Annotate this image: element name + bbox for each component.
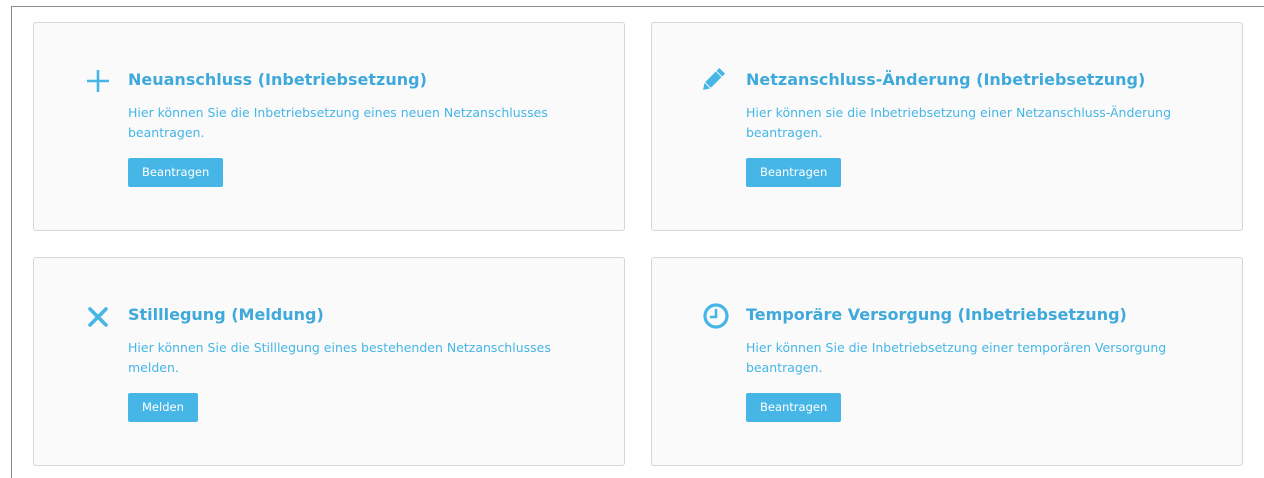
card-title: Stilllegung (Meldung) bbox=[128, 305, 324, 324]
plus-icon bbox=[84, 67, 112, 95]
pencil-icon bbox=[698, 65, 728, 95]
card-title: Neuanschluss (Inbetriebsetzung) bbox=[128, 70, 427, 89]
card-stilllegung: Stilllegung (Meldung) Hier können Sie di… bbox=[33, 257, 625, 466]
card-title: Netzanschluss-Änderung (Inbetriebsetzung… bbox=[746, 70, 1146, 89]
beantragen-button[interactable]: Beantragen bbox=[128, 158, 224, 187]
card-neuanschluss: Neuanschluss (Inbetriebsetzung) Hier kön… bbox=[33, 22, 625, 231]
beantragen-button[interactable]: Beantragen bbox=[746, 393, 842, 422]
close-icon bbox=[84, 303, 112, 331]
card-description: Hier können Sie die Stilllegung eines be… bbox=[128, 340, 551, 375]
card-description: Hier können Sie die Inbetriebsetzung ein… bbox=[128, 105, 548, 140]
card-temporaere-versorgung: Temporäre Versorgung (Inbetriebsetzung) … bbox=[651, 257, 1243, 466]
card-netzanschluss-aenderung: Netzanschluss-Änderung (Inbetriebsetzung… bbox=[651, 22, 1243, 231]
clock-icon bbox=[702, 302, 730, 330]
beantragen-button[interactable]: Beantragen bbox=[746, 158, 842, 187]
card-description: Hier können sie die Inbetriebsetzung ein… bbox=[746, 105, 1172, 140]
melden-button[interactable]: Melden bbox=[128, 393, 198, 422]
card-title: Temporäre Versorgung (Inbetriebsetzung) bbox=[746, 305, 1127, 324]
card-description: Hier können Sie die Inbetriebsetzung ein… bbox=[746, 340, 1167, 375]
